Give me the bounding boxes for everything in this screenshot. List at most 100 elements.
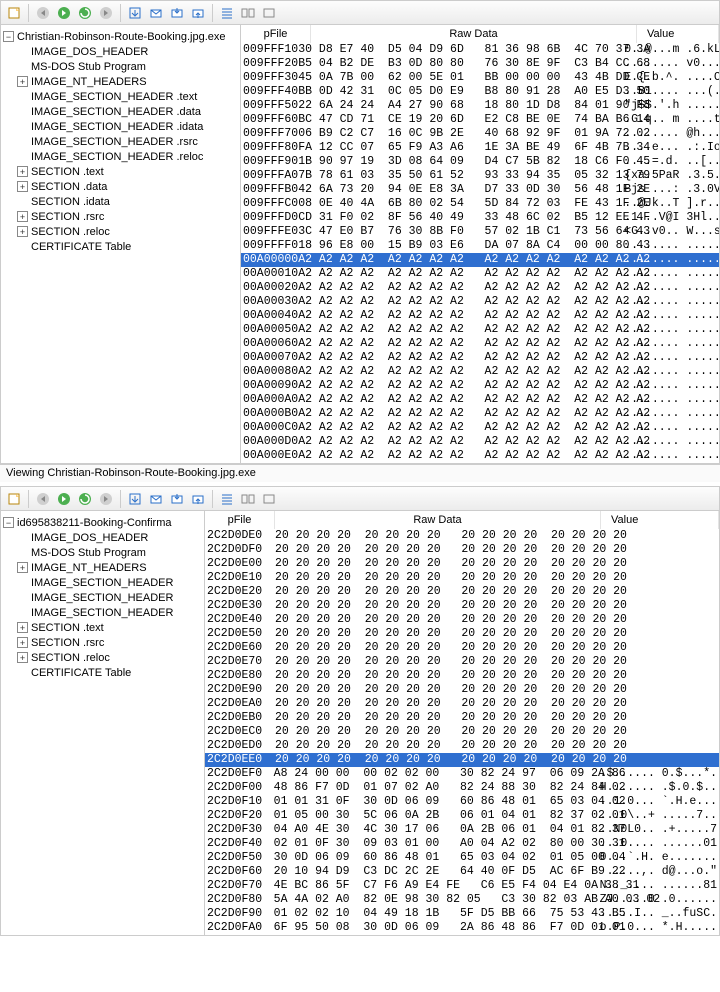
- back-icon[interactable]: [34, 490, 52, 508]
- hex-row[interactable]: 00A00060A2 A2 A2 A2 A2 A2 A2 A2 A2 A2 A2…: [241, 337, 719, 351]
- hex-row[interactable]: 00A00030A2 A2 A2 A2 A2 A2 A2 A2 A2 A2 A2…: [241, 295, 719, 309]
- hex-row[interactable]: 00A00020A2 A2 A2 A2 A2 A2 A2 A2 A2 A2 A2…: [241, 281, 719, 295]
- arrow-down-icon[interactable]: [126, 4, 144, 22]
- forward2-icon[interactable]: [97, 4, 115, 22]
- tree-top[interactable]: −Christian-Robinson-Route-Booking.jpg.ex…: [1, 25, 241, 463]
- hex-row[interactable]: 2C2D0F805A 4A 02 A0 82 0E 98 30 82 05 C3…: [205, 893, 719, 907]
- hex-row[interactable]: 00A00000A2 A2 A2 A2 A2 A2 A2 A2 A2 A2 A2…: [241, 253, 719, 267]
- hex-row[interactable]: 2C2D0EA020 20 20 20 20 20 20 20 20 20 20…: [205, 697, 719, 711]
- tree-item[interactable]: IMAGE_SECTION_HEADER: [1, 605, 204, 620]
- arrow-up-icon[interactable]: [189, 490, 207, 508]
- hex-row[interactable]: 00A00040A2 A2 A2 A2 A2 A2 A2 A2 A2 A2 A2…: [241, 309, 719, 323]
- arrow-down2-icon[interactable]: [168, 4, 186, 22]
- new-icon[interactable]: [5, 4, 23, 22]
- mail-icon[interactable]: [147, 490, 165, 508]
- hex-row[interactable]: 2C2D0E8020 20 20 20 20 20 20 20 20 20 20…: [205, 669, 719, 683]
- tree-item[interactable]: +SECTION .data: [1, 179, 240, 194]
- tree-item[interactable]: IMAGE_SECTION_HEADER .idata: [1, 119, 240, 134]
- refresh-icon[interactable]: [76, 4, 94, 22]
- window-single-icon[interactable]: [260, 4, 278, 22]
- hex-row[interactable]: 009FFFB042 6A 73 20 94 0E E8 3A D7 33 0D…: [241, 183, 719, 197]
- hex-row[interactable]: 2C2D0E1020 20 20 20 20 20 20 20 20 20 20…: [205, 571, 719, 585]
- hex-row[interactable]: 2C2D0EF0A8 24 00 00 00 02 02 00 30 82 24…: [205, 767, 719, 781]
- hex-row[interactable]: 2C2D0E9020 20 20 20 20 20 20 20 20 20 20…: [205, 683, 719, 697]
- hex-row[interactable]: 009FFFC008 0E 40 4A 6B 80 02 54 5D 84 72…: [241, 197, 719, 211]
- tree-item[interactable]: +IMAGE_NT_HEADERS: [1, 74, 240, 89]
- hex-row[interactable]: 2C2D0E6020 20 20 20 20 20 20 20 20 20 20…: [205, 641, 719, 655]
- tree-root[interactable]: −id695838211-Booking-Confirma: [1, 515, 204, 530]
- hex-row[interactable]: 2C2D0F704E BC 86 5F C7 F6 A9 E4 FE C6 E5…: [205, 879, 719, 893]
- hex-row[interactable]: 00A00010A2 A2 A2 A2 A2 A2 A2 A2 A2 A2 A2…: [241, 267, 719, 281]
- hex-row[interactable]: 2C2D0E4020 20 20 20 20 20 20 20 20 20 20…: [205, 613, 719, 627]
- hex-row[interactable]: 00A000A0A2 A2 A2 A2 A2 A2 A2 A2 A2 A2 A2…: [241, 393, 719, 407]
- tree-item[interactable]: +IMAGE_NT_HEADERS: [1, 560, 204, 575]
- hex-row[interactable]: 2C2D0DF020 20 20 20 20 20 20 20 20 20 20…: [205, 543, 719, 557]
- tree-item[interactable]: +SECTION .reloc: [1, 650, 204, 665]
- window-tile-icon[interactable]: [239, 490, 257, 508]
- forward-icon[interactable]: [55, 4, 73, 22]
- mail-icon[interactable]: [147, 4, 165, 22]
- tree-item[interactable]: +SECTION .text: [1, 164, 240, 179]
- tree-item[interactable]: MS-DOS Stub Program: [1, 59, 240, 74]
- hex-row[interactable]: 2C2D0EC020 20 20 20 20 20 20 20 20 20 20…: [205, 725, 719, 739]
- hex-row[interactable]: 2C2D0F4002 01 0F 30 09 03 01 00 A0 04 A2…: [205, 837, 719, 851]
- hex-row[interactable]: 009FFFD0CD 31 F0 02 8F 56 40 49 33 48 6C…: [241, 211, 719, 225]
- tree-item[interactable]: IMAGE_DOS_HEADER: [1, 530, 204, 545]
- hex-row[interactable]: 009FFF60BC 47 CD 71 CE 19 20 6D E2 C8 BE…: [241, 113, 719, 127]
- new-icon[interactable]: [5, 490, 23, 508]
- hex-row[interactable]: 009FFFA07B 78 61 03 35 50 61 52 93 33 94…: [241, 169, 719, 183]
- hex-row[interactable]: 2C2D0F9001 02 02 10 04 49 18 1B 5F D5 BB…: [205, 907, 719, 921]
- tree-root[interactable]: −Christian-Robinson-Route-Booking.jpg.ex…: [1, 29, 240, 44]
- hex-row[interactable]: 2C2D0E3020 20 20 20 20 20 20 20 20 20 20…: [205, 599, 719, 613]
- window-single-icon[interactable]: [260, 490, 278, 508]
- hex-row[interactable]: 2C2D0FA06F 95 50 08 30 0D 06 09 2A 86 48…: [205, 921, 719, 935]
- forward-icon[interactable]: [55, 490, 73, 508]
- hex-row[interactable]: 009FFF7006 B9 C2 C7 16 0C 9B 2E 40 68 92…: [241, 127, 719, 141]
- hex-row[interactable]: 2C2D0F0048 86 F7 0D 01 07 02 A0 82 24 88…: [205, 781, 719, 795]
- hex-row[interactable]: 2C2D0F6020 10 94 D9 C3 DC 2C 2E 64 40 0F…: [205, 865, 719, 879]
- hex-row[interactable]: 2C2D0ED020 20 20 20 20 20 20 20 20 20 20…: [205, 739, 719, 753]
- tree-item[interactable]: IMAGE_SECTION_HEADER .reloc: [1, 149, 240, 164]
- tree-item[interactable]: +SECTION .rsrc: [1, 635, 204, 650]
- tree-item[interactable]: MS-DOS Stub Program: [1, 545, 204, 560]
- hex-row[interactable]: 2C2D0E5020 20 20 20 20 20 20 20 20 20 20…: [205, 627, 719, 641]
- arrow-down-icon[interactable]: [126, 490, 144, 508]
- hex-row[interactable]: 2C2D0E7020 20 20 20 20 20 20 20 20 20 20…: [205, 655, 719, 669]
- hex-row[interactable]: 2C2D0F1001 01 31 0F 30 0D 06 09 60 86 48…: [205, 795, 719, 809]
- hex-row[interactable]: 009FFF1030 D8 E7 40 D5 04 D9 6D 81 36 98…: [241, 43, 719, 57]
- hex-row[interactable]: 00A00090A2 A2 A2 A2 A2 A2 A2 A2 A2 A2 A2…: [241, 379, 719, 393]
- hex-row[interactable]: 2C2D0DE020 20 20 20 20 20 20 20 20 20 20…: [205, 529, 719, 543]
- back-icon[interactable]: [34, 4, 52, 22]
- hex-row[interactable]: 00A00070A2 A2 A2 A2 A2 A2 A2 A2 A2 A2 A2…: [241, 351, 719, 365]
- list-icon[interactable]: [218, 490, 236, 508]
- hex-row[interactable]: 00A000B0A2 A2 A2 A2 A2 A2 A2 A2 A2 A2 A2…: [241, 407, 719, 421]
- hex-row[interactable]: 2C2D0EE020 20 20 20 20 20 20 20 20 20 20…: [205, 753, 719, 767]
- arrow-down2-icon[interactable]: [168, 490, 186, 508]
- tree-item[interactable]: IMAGE_SECTION_HEADER .data: [1, 104, 240, 119]
- hex-row[interactable]: 009FFFE03C 47 E0 B7 76 30 8B F0 57 02 1B…: [241, 225, 719, 239]
- hex-row[interactable]: 2C2D0E0020 20 20 20 20 20 20 20 20 20 20…: [205, 557, 719, 571]
- hex-row[interactable]: 2C2D0EB020 20 20 20 20 20 20 20 20 20 20…: [205, 711, 719, 725]
- arrow-up-icon[interactable]: [189, 4, 207, 22]
- hex-row[interactable]: 00A000C0A2 A2 A2 A2 A2 A2 A2 A2 A2 A2 A2…: [241, 421, 719, 435]
- forward2-icon[interactable]: [97, 490, 115, 508]
- tree-item[interactable]: IMAGE_DOS_HEADER: [1, 44, 240, 59]
- hex-row[interactable]: 2C2D0F5030 0D 06 09 60 86 48 01 65 03 04…: [205, 851, 719, 865]
- hex-row[interactable]: 00A000E0A2 A2 A2 A2 A2 A2 A2 A2 A2 A2 A2…: [241, 449, 719, 463]
- tree-item[interactable]: +SECTION .text: [1, 620, 204, 635]
- tree-item[interactable]: CERTIFICATE Table: [1, 239, 240, 254]
- hex-row[interactable]: 2C2D0F3004 A0 4E 30 4C 30 17 06 0A 2B 06…: [205, 823, 719, 837]
- hex-row[interactable]: 009FFF20B5 04 B2 DE B3 0D 80 80 76 30 8E…: [241, 57, 719, 71]
- hex-row[interactable]: 009FFF5022 6A 24 24 A4 27 90 68 18 80 1D…: [241, 99, 719, 113]
- hex-row[interactable]: 009FFF3045 0A 7B 00 62 00 5E 01 BB 00 00…: [241, 71, 719, 85]
- hex-row[interactable]: 009FFF901B 90 97 19 3D 08 64 09 D4 C7 5B…: [241, 155, 719, 169]
- hex-row[interactable]: 2C2D0F2001 05 00 30 5C 06 0A 2B 06 01 04…: [205, 809, 719, 823]
- hex-row[interactable]: 00A00080A2 A2 A2 A2 A2 A2 A2 A2 A2 A2 A2…: [241, 365, 719, 379]
- hex-row[interactable]: 2C2D0E2020 20 20 20 20 20 20 20 20 20 20…: [205, 585, 719, 599]
- tree-item[interactable]: +SECTION .rsrc: [1, 209, 240, 224]
- tree-item[interactable]: IMAGE_SECTION_HEADER .rsrc: [1, 134, 240, 149]
- refresh-icon[interactable]: [76, 490, 94, 508]
- tree-item[interactable]: IMAGE_SECTION_HEADER: [1, 590, 204, 605]
- tree-item[interactable]: +SECTION .reloc: [1, 224, 240, 239]
- tree-item[interactable]: IMAGE_SECTION_HEADER: [1, 575, 204, 590]
